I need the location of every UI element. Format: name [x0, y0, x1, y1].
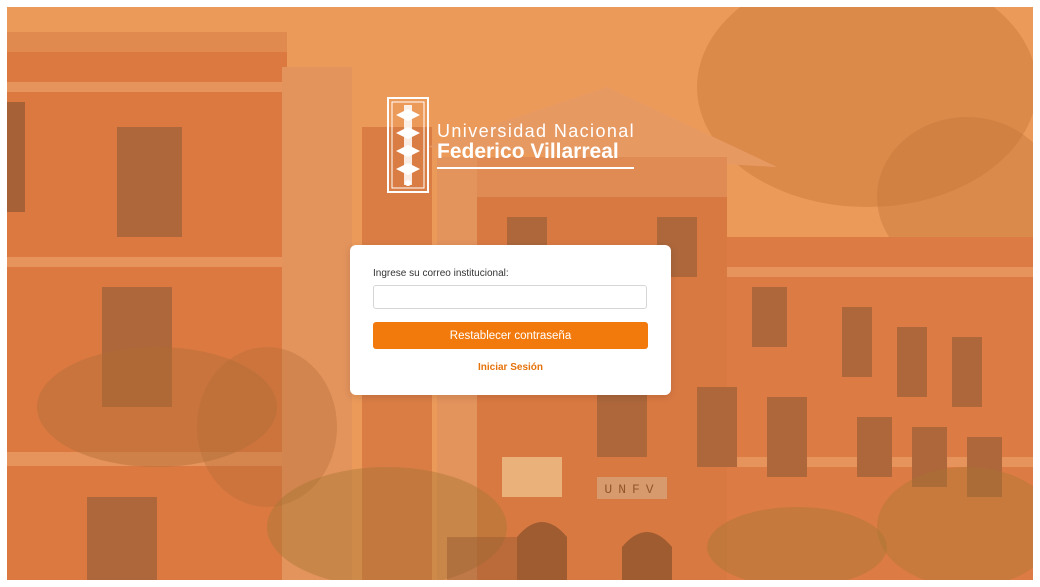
- university-logo: Universidad Nacional Federico Villarreal: [387, 97, 647, 197]
- email-label: Ingrese su correo institucional:: [373, 268, 509, 279]
- reset-password-button[interactable]: Restablecer contraseña: [373, 322, 648, 349]
- university-emblem-icon: [387, 97, 429, 193]
- page-background: UNFV Universidad Nacional Federico Villa…: [7, 7, 1033, 580]
- brand-line1: Universidad Nacional: [437, 121, 636, 141]
- reset-password-card: Ingrese su correo institucional: Restabl…: [350, 245, 671, 395]
- email-input[interactable]: [373, 285, 647, 309]
- login-link[interactable]: Iniciar Sesión: [350, 362, 671, 373]
- brand-underline: [437, 167, 634, 169]
- brand-line2: Federico Villarreal: [437, 140, 619, 163]
